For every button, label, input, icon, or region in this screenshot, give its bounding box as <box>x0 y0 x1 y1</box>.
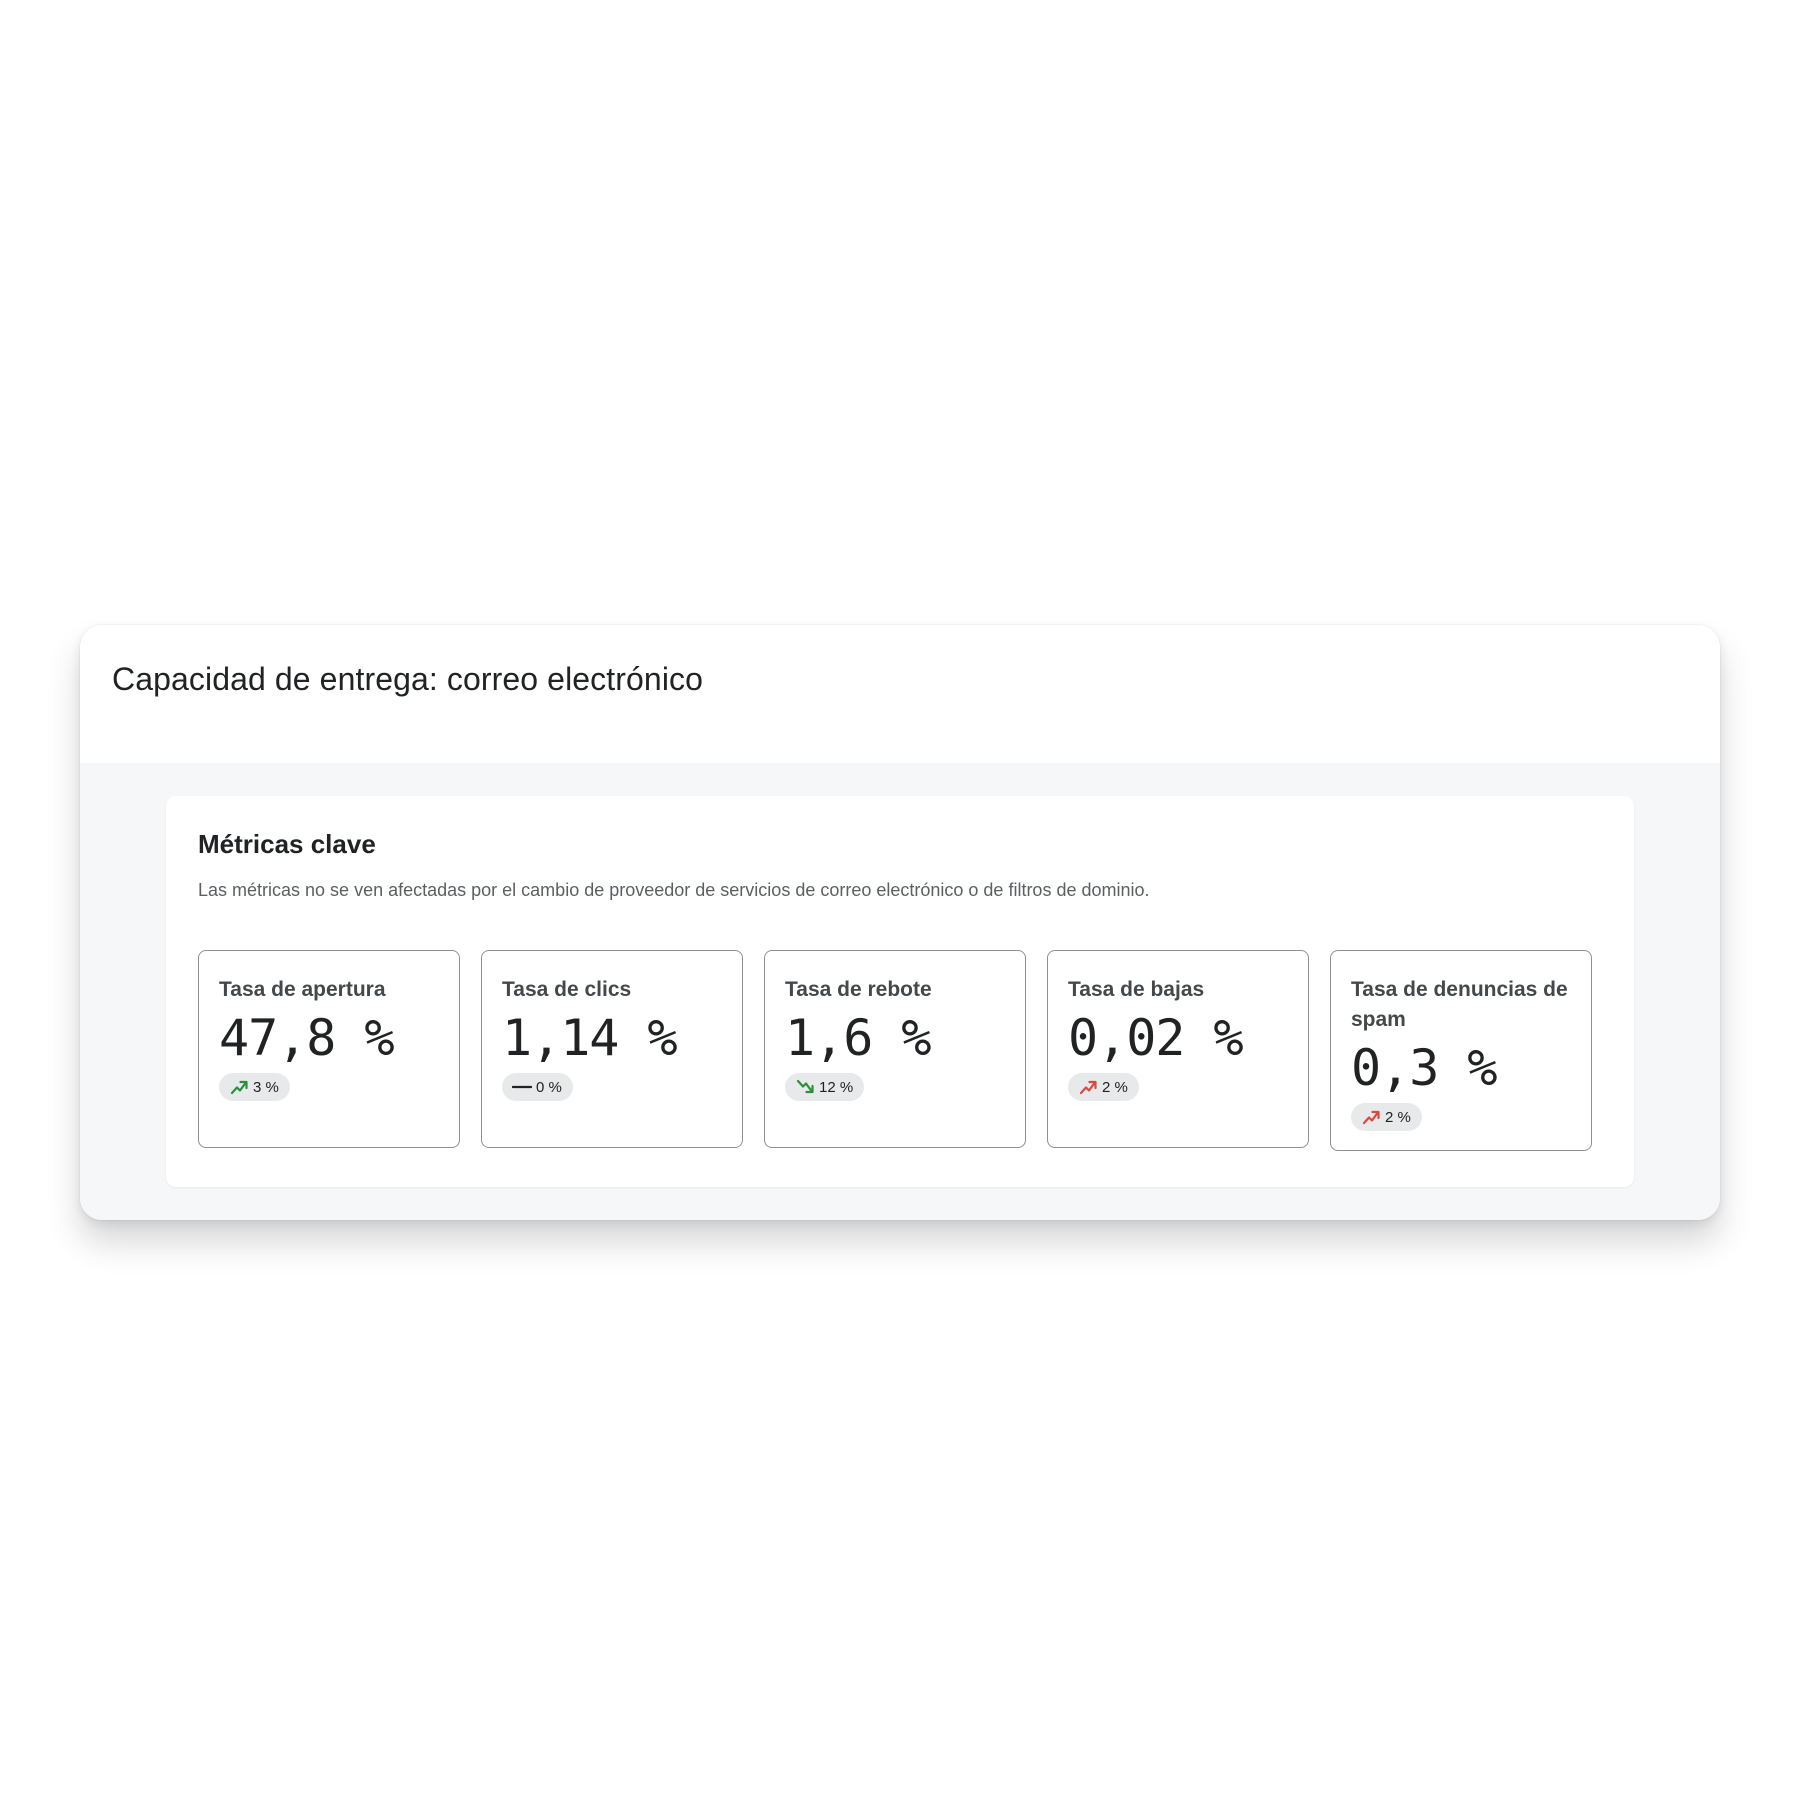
trend-down-icon <box>795 1077 815 1097</box>
metric-label: Tasa de rebote <box>785 978 932 1001</box>
metric-label: Tasa de denuncias de spam <box>1351 978 1568 1031</box>
metric-tile-spam-rate[interactable]: Tasa de denuncias de spam 0,3 % 2 % <box>1330 950 1592 1151</box>
key-metrics-subtitle: Las métricas no se ven afectadas por el … <box>198 880 1150 900</box>
metric-value: 0,02 % <box>1068 1009 1244 1067</box>
trend-up-icon <box>229 1077 249 1097</box>
metric-tile-bounce-rate[interactable]: Tasa de rebote 1,6 % 12 % <box>764 950 1026 1148</box>
metric-tile-open-rate[interactable]: Tasa de apertura 47,8 % 3 % <box>198 950 460 1148</box>
trend-badge: 2 % <box>1068 1073 1139 1101</box>
trend-up-icon <box>1361 1107 1381 1127</box>
trend-badge: 12 % <box>785 1073 865 1101</box>
panel-body: Métricas clave Las métricas no se ven af… <box>80 763 1720 1220</box>
key-metrics-title: Métricas clave <box>198 829 376 859</box>
metric-value: 1,6 % <box>785 1009 932 1067</box>
deliverability-panel: Capacidad de entrega: correo electrónico… <box>80 625 1720 1220</box>
metric-label: Tasa de clics <box>502 978 632 1001</box>
metric-tile-unsubscribe-rate[interactable]: Tasa de bajas 0,02 % 2 % <box>1047 950 1309 1148</box>
trend-change: 12 % <box>819 1078 854 1096</box>
trend-change: 3 % <box>253 1078 279 1096</box>
trend-up-icon <box>1078 1077 1098 1097</box>
metric-label: Tasa de bajas <box>1068 978 1205 1001</box>
trend-badge: 2 % <box>1351 1103 1422 1131</box>
metric-value: 0,3 % <box>1351 1039 1498 1097</box>
metric-value: 1,14 % <box>502 1009 678 1067</box>
metric-value: 47,8 % <box>219 1009 395 1067</box>
trend-change: 2 % <box>1102 1078 1128 1096</box>
trend-change: 0 % <box>536 1078 562 1096</box>
dash-icon <box>512 1077 532 1097</box>
panel-header: Capacidad de entrega: correo electrónico <box>80 625 1720 763</box>
metric-tile-click-rate[interactable]: Tasa de clics 1,14 % 0 % <box>481 950 743 1148</box>
page: Capacidad de entrega: correo electrónico… <box>0 0 1800 1800</box>
metric-label: Tasa de apertura <box>219 978 386 1001</box>
page-title: Capacidad de entrega: correo electrónico <box>112 661 704 697</box>
trend-change: 2 % <box>1385 1108 1411 1126</box>
trend-badge: 0 % <box>502 1073 573 1101</box>
key-metrics-card: Métricas clave Las métricas no se ven af… <box>166 796 1634 1187</box>
metric-tiles: Tasa de apertura 47,8 % 3 % Tasa de clic… <box>198 950 1592 1151</box>
trend-badge: 3 % <box>219 1073 290 1101</box>
